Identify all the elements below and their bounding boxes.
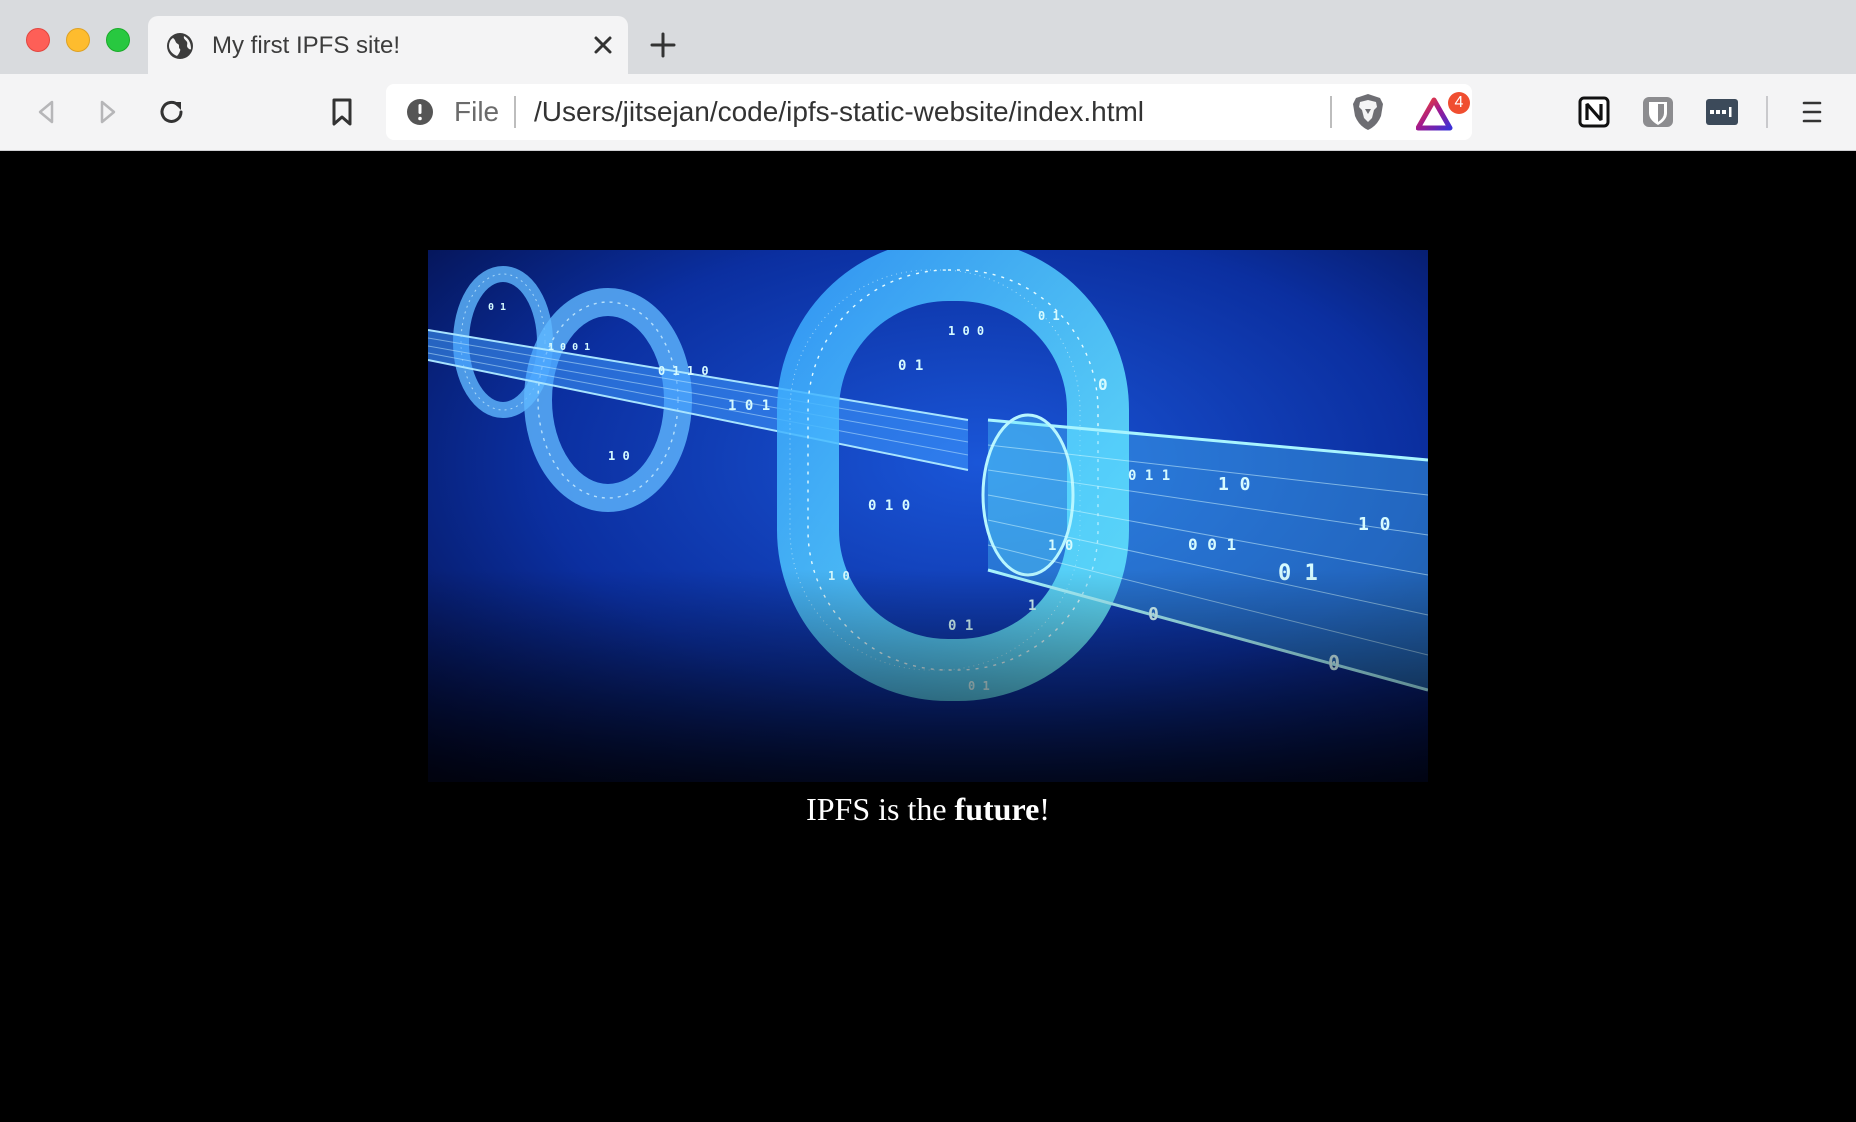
forward-button[interactable] — [90, 94, 126, 130]
close-icon[interactable] — [588, 30, 618, 60]
divider — [1330, 96, 1332, 128]
brave-rewards-button[interactable]: 4 — [1415, 92, 1472, 134]
url-scheme: File — [454, 96, 500, 127]
divider — [1766, 96, 1768, 128]
divider — [514, 96, 516, 128]
tab-strip: My first IPFS site! — [0, 0, 1856, 74]
minimize-window-button[interactable] — [66, 28, 90, 52]
notion-icon — [1578, 96, 1610, 128]
forward-arrow-icon — [100, 100, 116, 124]
bookmark-icon — [332, 98, 352, 126]
notion-extension-button[interactable] — [1576, 94, 1612, 130]
back-arrow-icon — [38, 100, 54, 124]
bitwarden-icon — [1643, 97, 1673, 127]
toolbar: File /Users/jitsejan/code/ipfs-static-we… — [0, 74, 1856, 151]
caption: IPFS is the future! — [0, 791, 1856, 828]
close-window-button[interactable] — [26, 28, 50, 52]
zoom-window-button[interactable] — [106, 28, 130, 52]
caption-start: IPFS is the — [806, 791, 955, 827]
back-button[interactable] — [28, 94, 64, 130]
reload-icon — [160, 100, 183, 123]
caption-emphasis: future — [954, 791, 1040, 827]
password-manager-icon — [1706, 99, 1738, 125]
blockchain-chain-image: 0 1 1 0 0 0 1 0 0 1 1 1 0 0 1 1 0 0 0 1 … — [428, 250, 1428, 782]
address-bar[interactable]: File /Users/jitsejan/code/ipfs-static-we… — [386, 84, 1472, 140]
info-icon[interactable] — [406, 98, 434, 126]
rewards-badge: 4 — [1448, 92, 1470, 114]
globe-icon — [166, 32, 194, 60]
reload-button[interactable] — [154, 94, 190, 130]
password-manager-extension-button[interactable] — [1704, 94, 1740, 130]
tab-active[interactable]: My first IPFS site! — [148, 16, 628, 74]
new-tab-button[interactable] — [648, 30, 678, 60]
caption-end: ! — [1039, 791, 1050, 827]
hamburger-menu-icon — [1802, 101, 1822, 123]
main-menu-button[interactable] — [1794, 94, 1830, 130]
page-content: 0 1 1 0 0 0 1 0 0 1 1 1 0 0 1 1 0 0 0 1 … — [0, 151, 1856, 1122]
tab-title: My first IPFS site! — [212, 32, 401, 59]
brave-shield-icon[interactable] — [1350, 92, 1386, 132]
plus-icon — [650, 32, 676, 58]
url-text[interactable]: /Users/jitsejan/code/ipfs-static-website… — [534, 98, 1144, 126]
bookmark-button[interactable] — [324, 94, 360, 130]
bitwarden-extension-button[interactable] — [1640, 94, 1676, 130]
